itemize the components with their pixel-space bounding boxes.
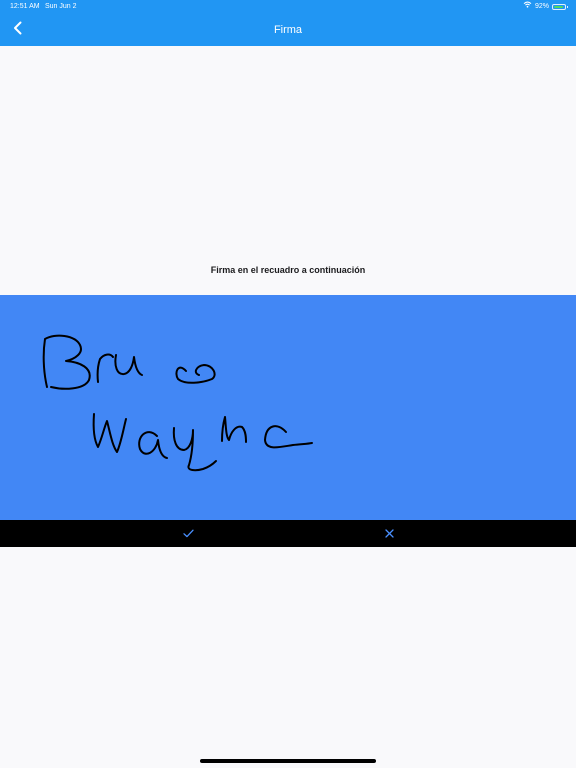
status-date: Sun Jun 2 (45, 3, 77, 10)
close-icon (384, 525, 394, 543)
battery-percent: 92% (534, 3, 549, 10)
battery-icon (552, 4, 568, 10)
signature-instruction: Firma en el recuadro a continuación (210, 265, 366, 275)
header: 12:51 AM Sun Jun 2 92% Firma (0, 0, 576, 46)
clear-signature-button[interactable] (369, 520, 409, 547)
status-indicators: 92% (523, 0, 568, 14)
signature-strokes (42, 334, 313, 472)
action-bar (0, 520, 576, 547)
signature-pad[interactable] (0, 295, 576, 520)
home-indicator (200, 759, 376, 763)
battery-level (554, 6, 564, 8)
nav-bar: Firma (0, 14, 576, 46)
check-icon (182, 525, 194, 543)
signature-screen: 12:51 AM Sun Jun 2 92% Firma Firma en el… (0, 0, 576, 768)
confirm-signature-button[interactable] (168, 520, 208, 547)
status-time: 12:51 AM (10, 3, 40, 10)
status-bar: 12:51 AM Sun Jun 2 92% (0, 0, 576, 14)
page-title: Firma (273, 24, 303, 36)
wifi-icon (523, 0, 532, 14)
